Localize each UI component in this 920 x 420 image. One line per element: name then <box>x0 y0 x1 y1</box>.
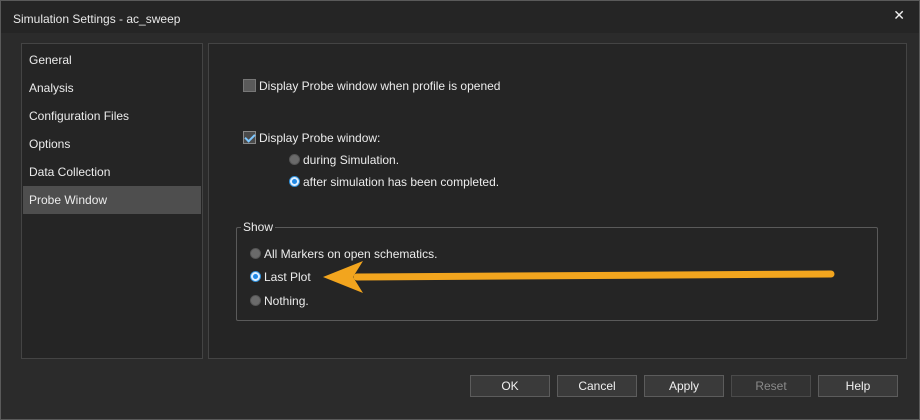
sidebar-item-probe-window[interactable]: Probe Window <box>23 186 201 214</box>
annotation-arrow-icon <box>323 261 835 293</box>
nothing-radio[interactable] <box>250 295 261 306</box>
sidebar-item-configuration-files[interactable]: Configuration Files <box>23 102 201 130</box>
cancel-button[interactable]: Cancel <box>557 375 637 397</box>
help-button[interactable]: Help <box>818 375 898 397</box>
all-markers-radio[interactable] <box>250 248 261 259</box>
ok-button[interactable]: OK <box>470 375 550 397</box>
sidebar-item-options[interactable]: Options <box>23 130 201 158</box>
after-simulation-label: after simulation has been completed. <box>303 175 500 189</box>
display-probe-checkbox[interactable] <box>243 131 256 144</box>
window-title: Simulation Settings - ac_sweep <box>13 12 181 26</box>
open-on-profile-checkbox[interactable] <box>243 79 256 92</box>
sidebar-item-data-collection[interactable]: Data Collection <box>23 158 201 186</box>
sidebar-item-general[interactable]: General <box>23 46 201 74</box>
display-probe-label: Display Probe window: <box>259 131 381 145</box>
during-simulation-radio[interactable] <box>289 154 300 165</box>
nothing-label: Nothing. <box>264 294 309 308</box>
title-bar[interactable]: Simulation Settings - ac_sweep ✕ <box>1 1 919 33</box>
sidebar-item-analysis[interactable]: Analysis <box>23 74 201 102</box>
open-on-profile-label: Display Probe window when profile is ope… <box>259 79 501 93</box>
close-icon[interactable]: ✕ <box>893 7 905 24</box>
last-plot-radio[interactable] <box>250 271 261 282</box>
after-simulation-radio[interactable] <box>289 176 300 187</box>
dialog-window: Simulation Settings - ac_sweep ✕ General… <box>0 0 920 420</box>
settings-sidebar: General Analysis Configuration Files Opt… <box>21 43 203 359</box>
reset-button[interactable]: Reset <box>731 375 811 397</box>
apply-button[interactable]: Apply <box>644 375 724 397</box>
during-simulation-label: during Simulation. <box>303 153 400 167</box>
last-plot-label: Last Plot <box>264 270 311 284</box>
show-group-legend: Show <box>241 220 276 234</box>
